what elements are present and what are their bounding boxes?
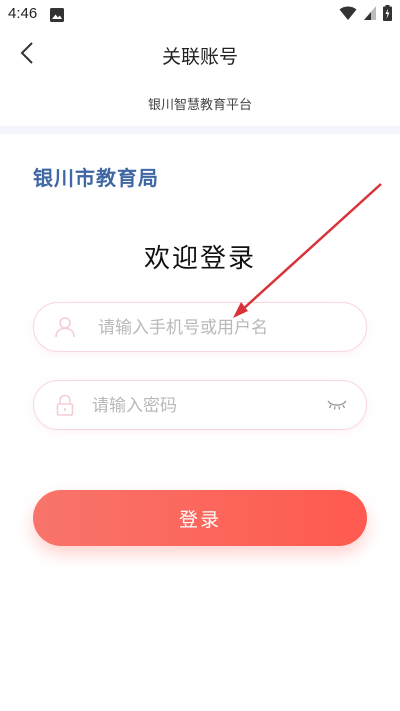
page-title: 关联账号 bbox=[161, 46, 238, 68]
organization-name: 银川市教育局 bbox=[33, 166, 159, 190]
app-bar: 关联账号 bbox=[0, 28, 400, 80]
wifi-icon bbox=[339, 5, 357, 25]
password-input[interactable] bbox=[90, 391, 334, 421]
status-bar: 4:46 bbox=[0, 0, 400, 28]
password-field[interactable] bbox=[33, 380, 367, 430]
login-button[interactable]: 登录 bbox=[33, 490, 367, 546]
lock-icon bbox=[54, 394, 76, 416]
username-field[interactable] bbox=[33, 302, 367, 352]
image-icon bbox=[50, 7, 64, 26]
status-icons bbox=[339, 5, 392, 25]
battery-charging-icon bbox=[383, 5, 392, 25]
welcome-heading: 欢迎登录 bbox=[143, 244, 256, 274]
user-icon bbox=[54, 316, 76, 338]
divider bbox=[0, 126, 400, 134]
username-input[interactable] bbox=[96, 313, 340, 343]
platform-subtitle: 银川智慧教育平台 bbox=[147, 98, 252, 113]
status-time: 4:46 bbox=[8, 5, 38, 22]
signal-icon bbox=[363, 5, 377, 25]
eye-closed-icon[interactable] bbox=[326, 397, 348, 413]
